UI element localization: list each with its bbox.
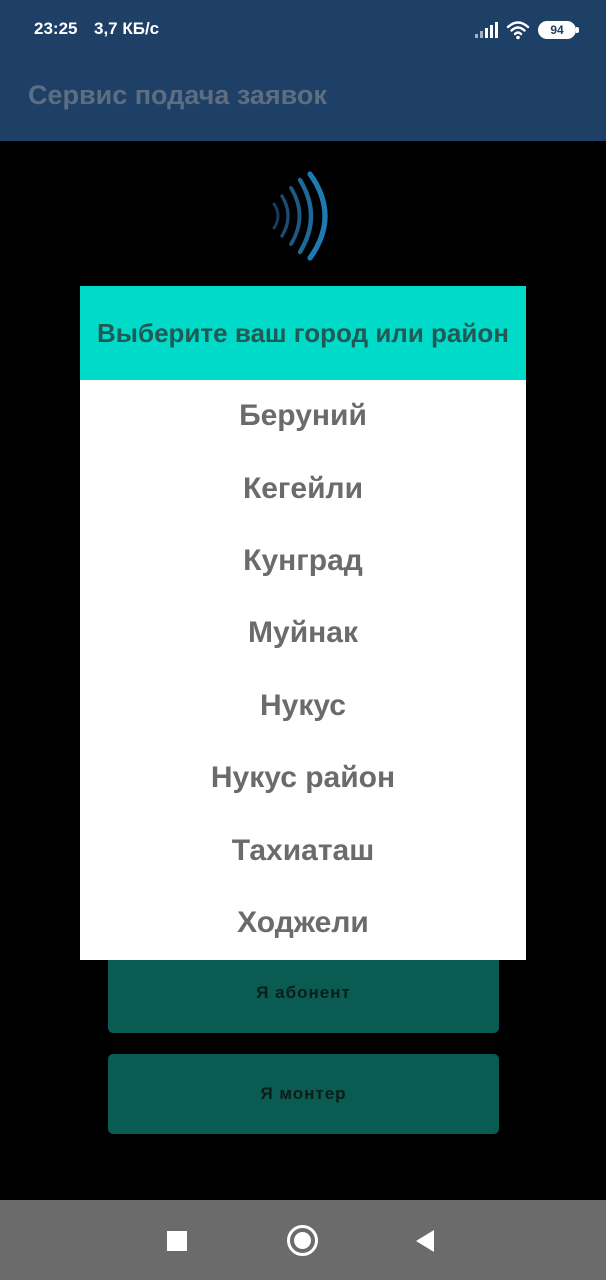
city-item-muynak[interactable]: Муйнак — [80, 597, 526, 669]
city-item-nukus[interactable]: Нукус — [80, 670, 526, 742]
signal-icon — [475, 22, 498, 38]
city-item-nukus-rayon[interactable]: Нукус район — [80, 742, 526, 814]
navigation-bar — [0, 1200, 606, 1280]
city-item-kegeyli[interactable]: Кегейли — [80, 452, 526, 524]
battery-icon: 94 — [538, 21, 579, 39]
top-bar: 23:25 3,7 КБ/с 94 Сервис подача заявок — [0, 0, 606, 141]
wifi-icon — [506, 21, 530, 40]
city-item-beruniy[interactable]: Беруний — [80, 380, 526, 452]
city-item-khodjeli[interactable]: Ходжели — [80, 887, 526, 959]
circle-icon[interactable] — [287, 1225, 318, 1256]
status-speed: 3,7 КБ/с — [94, 19, 160, 38]
city-list: Беруний Кегейли Кунград Муйнак Нукус Нук… — [80, 380, 526, 959]
battery-level: 94 — [550, 23, 564, 37]
monter-button[interactable]: Я монтер — [108, 1054, 499, 1134]
city-select-dialog: Выберите ваш город или район Беруний Кег… — [80, 286, 526, 960]
dialog-title: Выберите ваш город или район — [97, 317, 509, 348]
status-icons: 94 — [475, 18, 579, 42]
status-time: 23:25 — [34, 19, 78, 38]
dialog-header: Выберите ваш город или район — [80, 286, 526, 380]
triangle-back-icon[interactable] — [416, 1230, 434, 1252]
app-title: Сервис подача заявок — [28, 80, 327, 110]
abonent-button[interactable]: Я абонент — [108, 953, 499, 1033]
city-item-takhiatash[interactable]: Тахиаташ — [80, 814, 526, 886]
city-item-kungrad[interactable]: Кунград — [80, 525, 526, 597]
nfc-waves-icon — [272, 171, 328, 261]
status-bar: 23:25 3,7 КБ/с 94 — [0, 0, 606, 60]
square-icon[interactable] — [167, 1231, 187, 1251]
